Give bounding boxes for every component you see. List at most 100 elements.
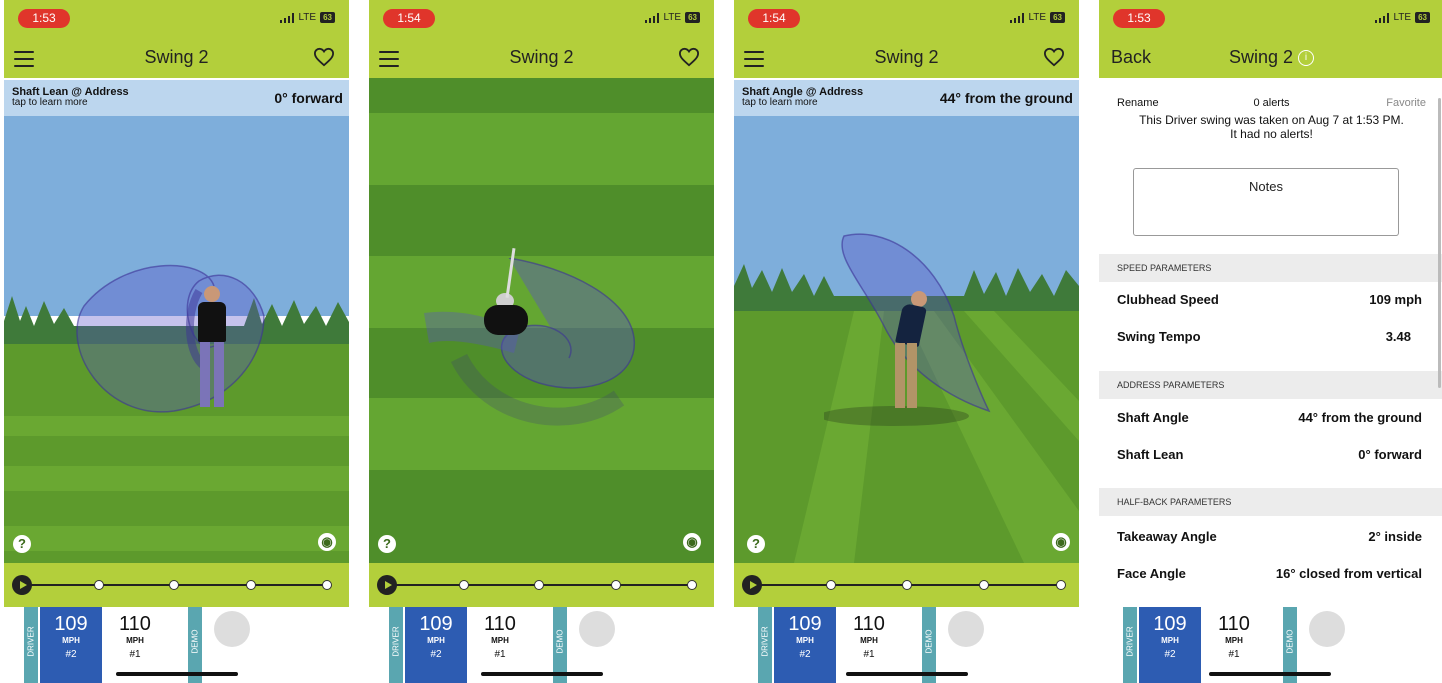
timeline-marker[interactable]	[322, 580, 332, 590]
param-label: Shaft Angle	[1117, 410, 1189, 425]
param-value: 16° closed from vertical	[1275, 566, 1422, 581]
swing-card-selected[interactable]: 109 MPH #2	[774, 607, 836, 683]
swing-timeline[interactable]	[4, 563, 349, 607]
home-indicator	[1209, 672, 1331, 676]
learn-more-link[interactable]: tap to learn more	[12, 97, 88, 108]
avatar[interactable]	[579, 611, 615, 647]
card-unit: MPH	[796, 636, 814, 645]
metric-value: 0° forward	[274, 90, 343, 106]
metric-info-bar[interactable]: Shaft Lean @ Address tap to learn more 0…	[4, 80, 349, 116]
page-title: Swing 2	[144, 47, 209, 67]
metric-info-bar[interactable]: Shaft Angle @ Address tap to learn more …	[734, 80, 1079, 116]
camera-button[interactable]: ◉	[318, 533, 336, 551]
card-unit: MPH	[491, 636, 509, 645]
timeline-marker[interactable]	[1056, 580, 1066, 590]
timeline-marker[interactable]	[902, 580, 912, 590]
param-label: Takeaway Angle	[1117, 529, 1217, 544]
notes-field[interactable]: Notes	[1133, 168, 1399, 236]
param-value: 3.48	[1385, 329, 1411, 344]
status-time: 1:54	[383, 9, 435, 28]
card-speed: 110	[484, 613, 516, 635]
signal-icon	[645, 12, 660, 23]
section-title: HALF-BACK PARAMETERS	[1117, 497, 1232, 507]
swing-3d-view-side[interactable]: ? ◉	[734, 116, 1079, 563]
timeline-marker[interactable]	[687, 580, 697, 590]
timeline-marker[interactable]	[826, 580, 836, 590]
play-icon[interactable]	[742, 575, 762, 595]
card-rank: #2	[65, 649, 77, 660]
notes-label: Notes	[1249, 179, 1283, 194]
avatar[interactable]	[948, 611, 984, 647]
demo-tag-label: DEMO	[555, 629, 565, 654]
camera-icon: ◉	[321, 534, 333, 549]
card-rank: #2	[1164, 649, 1176, 660]
page-title: Swing 2	[874, 47, 939, 67]
driver-tag: DRIVER	[1123, 607, 1137, 683]
card-speed: 109	[788, 613, 822, 635]
swing-timeline[interactable]	[734, 563, 1079, 607]
param-label: Face Angle	[1117, 566, 1186, 581]
driver-tag-label: DRIVER	[760, 626, 770, 657]
swing-3d-view[interactable]: ? ◉	[4, 116, 349, 563]
favorite-button[interactable]: Favorite	[1386, 97, 1426, 109]
signal-icon	[1375, 12, 1390, 23]
timeline-marker[interactable]	[169, 580, 179, 590]
help-button[interactable]: ?	[378, 535, 396, 553]
swing-timeline[interactable]	[369, 563, 714, 607]
swing-description: This Driver swing was taken on Aug 7 at …	[1139, 113, 1404, 141]
signal-icon	[1010, 12, 1025, 23]
swing-card-selected[interactable]: 109 MPH #2	[40, 607, 102, 683]
card-speed: 109	[419, 613, 453, 635]
help-button[interactable]: ?	[747, 535, 765, 553]
phone-screen-3: 1:54 LTE 63 Swing 2 Shaft Angle @ Addres…	[734, 0, 1079, 683]
swing-card-selected[interactable]: 109 MPH #2	[1139, 607, 1201, 683]
play-icon[interactable]	[377, 575, 397, 595]
swing-plane	[76, 264, 265, 413]
avatar[interactable]	[214, 611, 250, 647]
swing-3d-view-top[interactable]: ? ◉	[369, 78, 714, 563]
card-speed: 110	[119, 613, 151, 635]
driver-tag-label: DRIVER	[1125, 626, 1135, 657]
timeline-marker[interactable]	[979, 580, 989, 590]
avatar[interactable]	[1309, 611, 1345, 647]
timeline-marker[interactable]	[246, 580, 256, 590]
grass-stripe	[369, 113, 714, 185]
network-status: LTE 63	[1375, 12, 1430, 23]
status-bar: 1:54 LTE 63	[369, 0, 714, 38]
golfer	[194, 286, 230, 411]
card-unit: MPH	[860, 636, 878, 645]
nav-bar: Back Swing 2 i	[1099, 38, 1442, 78]
timeline-marker[interactable]	[611, 580, 621, 590]
page-title-text: Swing 2	[1228, 47, 1294, 67]
play-icon[interactable]	[12, 575, 32, 595]
card-unit: MPH	[126, 636, 144, 645]
grass-stripe	[4, 466, 349, 491]
battery-icon: 63	[1415, 12, 1430, 23]
heart-icon[interactable]	[678, 47, 700, 67]
demo-tag-label: DEMO	[1285, 629, 1295, 654]
heart-icon[interactable]	[313, 47, 335, 67]
status-time: 1:53	[1113, 9, 1165, 28]
card-speed: 109	[1153, 613, 1187, 635]
timeline-marker[interactable]	[94, 580, 104, 590]
camera-button[interactable]: ◉	[683, 533, 701, 551]
demo-tag-label: DEMO	[924, 629, 934, 654]
golfer	[484, 293, 528, 338]
help-button[interactable]: ?	[13, 535, 31, 553]
swing-card-selected[interactable]: 109 MPH #2	[405, 607, 467, 683]
scrollbar[interactable]	[1438, 98, 1441, 388]
heart-icon[interactable]	[1043, 47, 1065, 67]
grass-stripe	[4, 526, 349, 551]
timeline-marker[interactable]	[459, 580, 469, 590]
learn-more-link[interactable]: tap to learn more	[742, 97, 818, 108]
network-type: LTE	[298, 12, 317, 23]
nav-bar: Swing 2	[734, 38, 1079, 78]
swing-plane	[424, 258, 635, 426]
info-icon[interactable]: i	[1298, 50, 1315, 67]
camera-button[interactable]: ◉	[1052, 533, 1070, 551]
timeline-marker[interactable]	[534, 580, 544, 590]
signal-icon	[280, 12, 295, 23]
page-title: Swing 2 i	[1099, 47, 1442, 68]
param-value: 109 mph	[1369, 292, 1422, 307]
card-rank: #1	[863, 649, 875, 660]
